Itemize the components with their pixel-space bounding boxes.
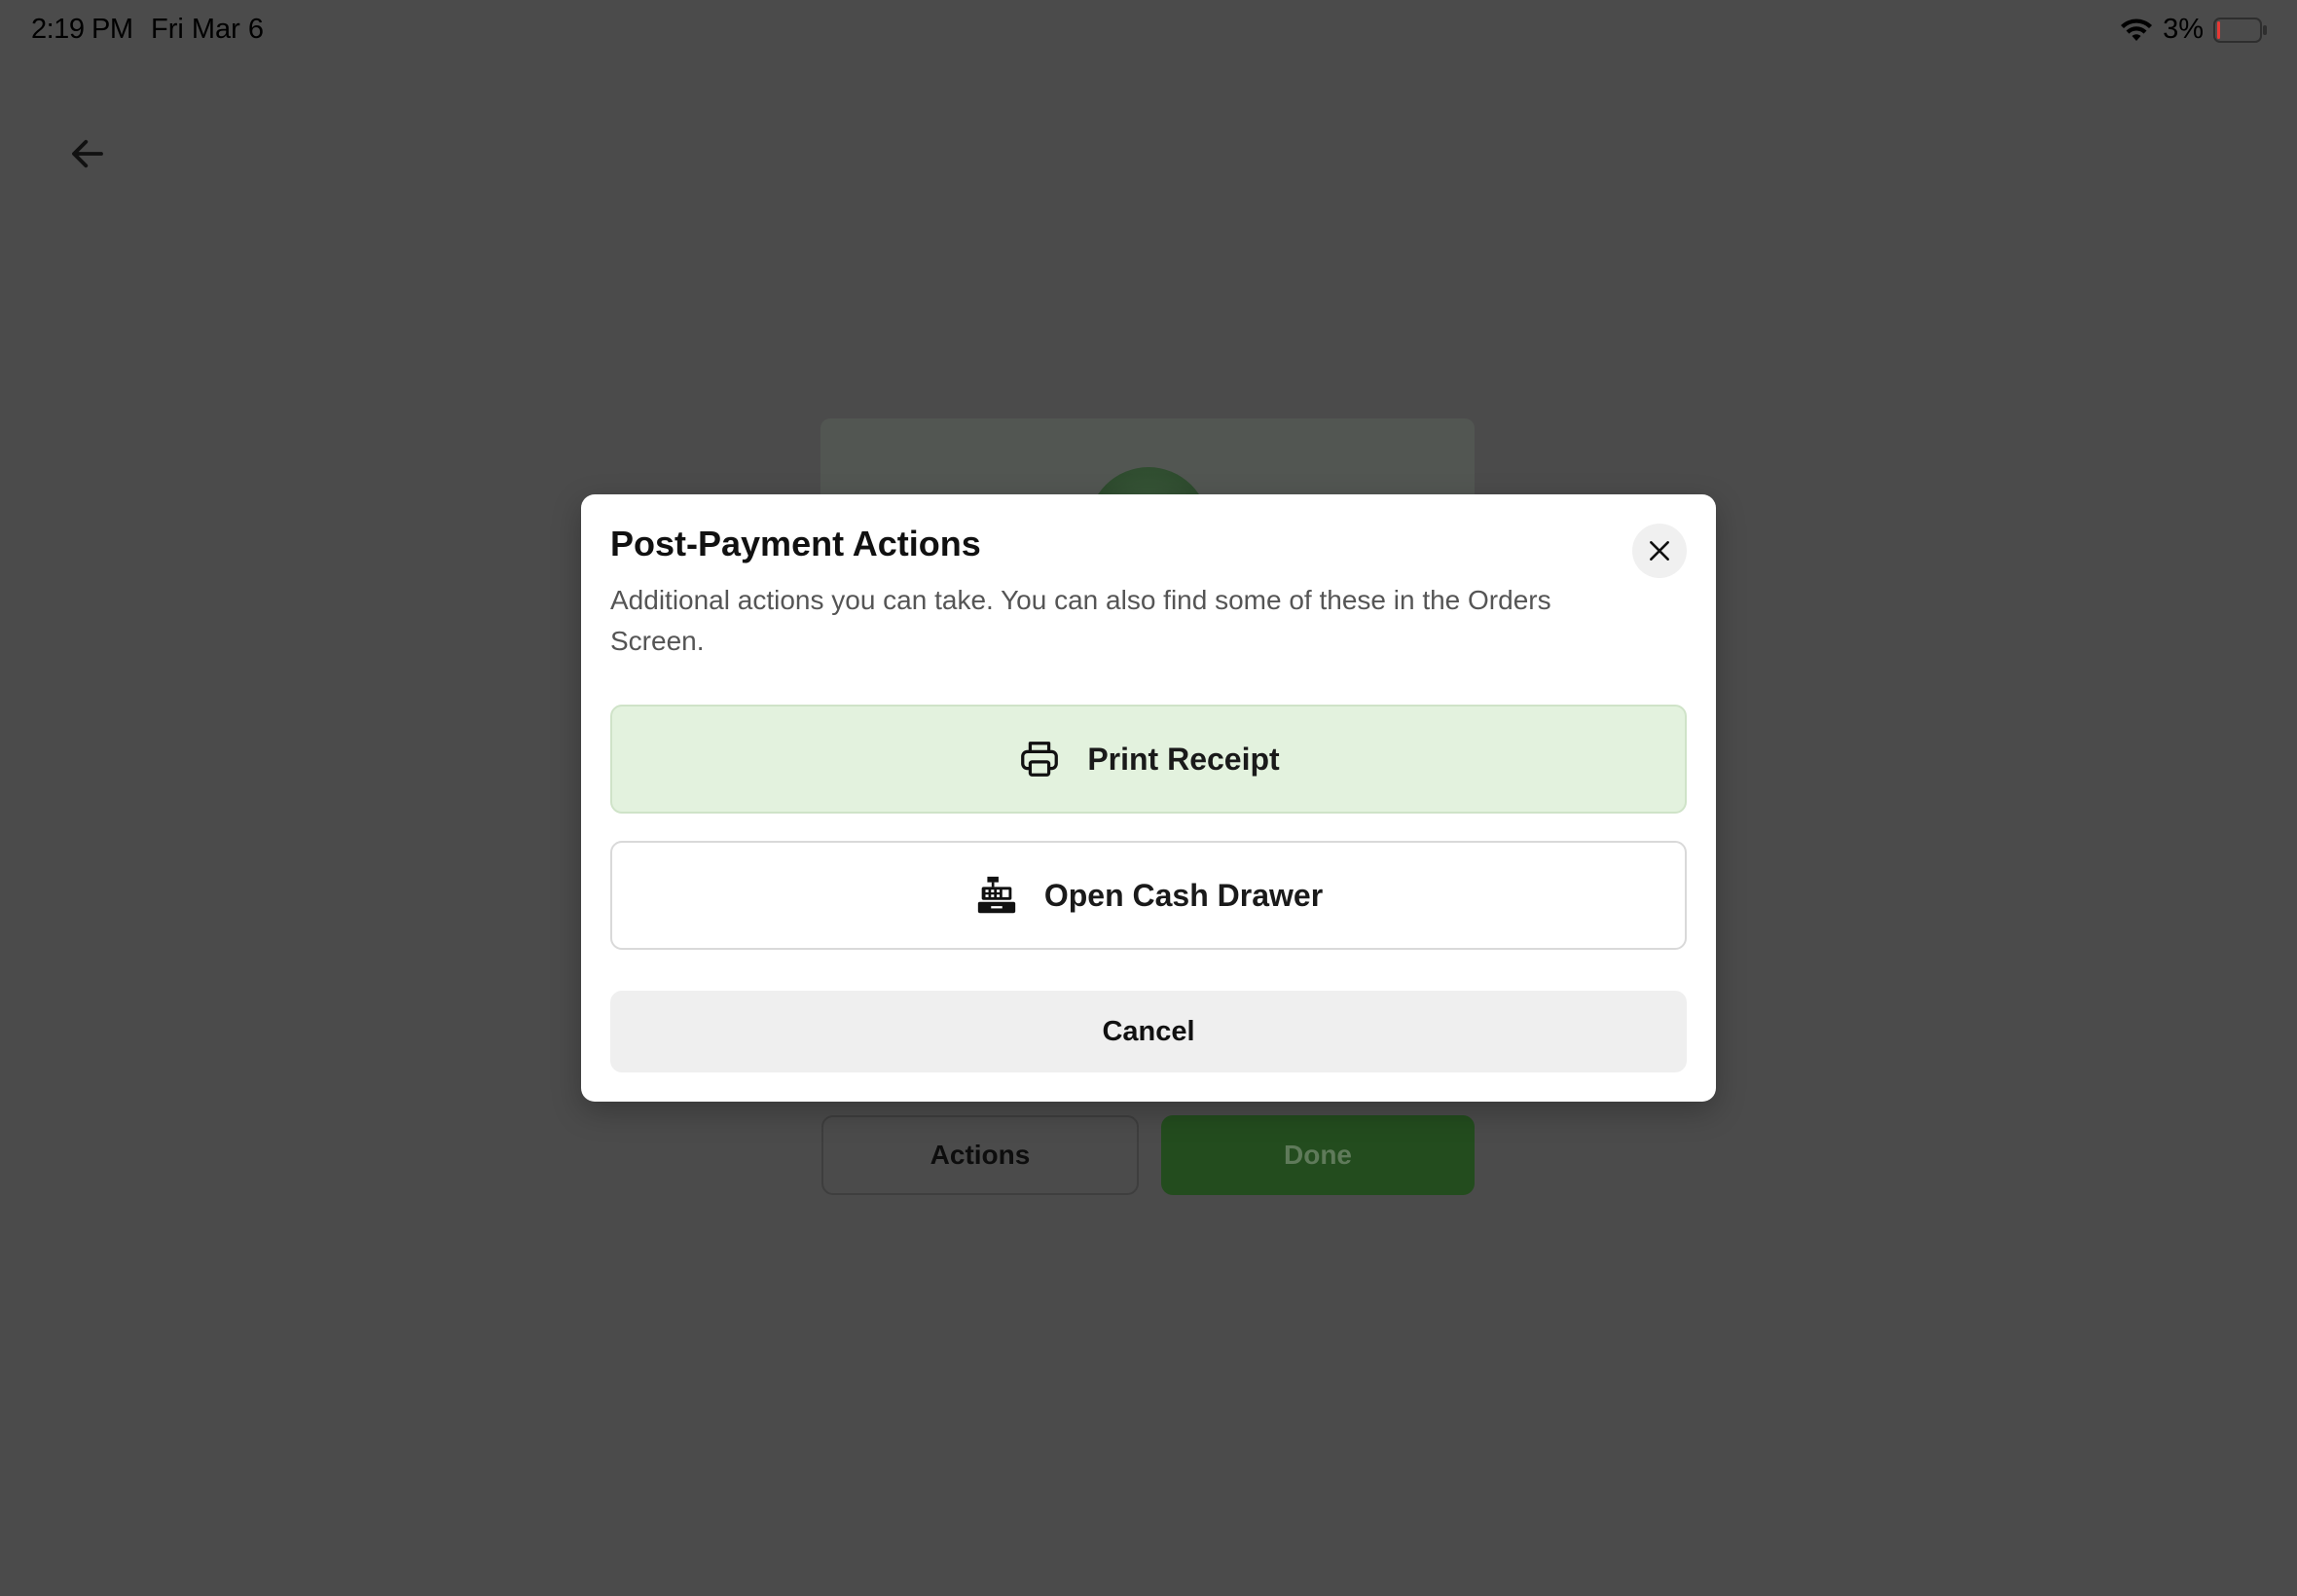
cancel-button[interactable]: Cancel	[610, 991, 1687, 1072]
wifi-icon	[2121, 18, 2153, 41]
open-cash-drawer-button[interactable]: Open Cash Drawer	[610, 841, 1687, 950]
print-receipt-label: Print Receipt	[1087, 741, 1280, 777]
print-receipt-button[interactable]: Print Receipt	[610, 705, 1687, 814]
back-button[interactable]	[55, 121, 121, 187]
open-cash-drawer-label: Open Cash Drawer	[1043, 877, 1324, 913]
battery-icon	[2213, 17, 2267, 43]
cash-register-icon	[977, 876, 1016, 914]
dialog-description: Additional actions you can take. You can…	[610, 585, 1551, 656]
arrow-left-icon	[72, 139, 103, 168]
status-time: 2:19 PM	[31, 14, 133, 45]
status-date: Fri Mar 6	[151, 14, 264, 45]
printer-icon	[1021, 742, 1059, 777]
actions-button[interactable]: Actions	[821, 1115, 1139, 1195]
status-indicators: 3%	[2120, 14, 2268, 46]
close-button[interactable]	[1632, 524, 1687, 578]
status-bar: 2:19 PM Fri Mar 6 3%	[0, 0, 2297, 62]
close-icon	[1650, 541, 1669, 561]
dialog-title: Post-Payment Actions	[610, 524, 981, 563]
battery-percent: 3%	[2163, 14, 2204, 45]
post-payment-actions-dialog: Post-Payment Actions Additional actions …	[581, 494, 1716, 1102]
done-button[interactable]: Done	[1161, 1115, 1475, 1195]
